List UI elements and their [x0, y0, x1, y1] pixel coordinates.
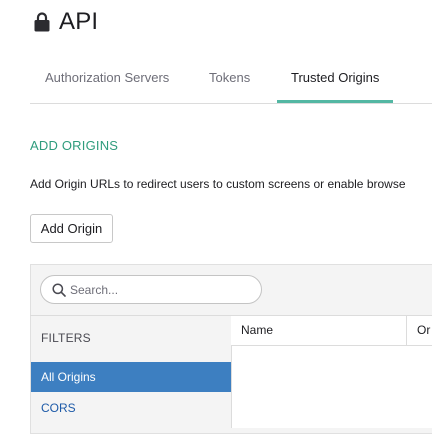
filter-cors[interactable]: CORS	[31, 393, 231, 423]
column-separator	[406, 316, 407, 346]
filter-all-origins[interactable]: All Origins	[31, 362, 231, 392]
tab-tokens[interactable]: Tokens	[209, 70, 250, 85]
tab-trusted-origins[interactable]: Trusted Origins	[291, 70, 379, 85]
column-header-origin[interactable]: Or	[417, 323, 430, 337]
tab-authorization-servers[interactable]: Authorization Servers	[45, 70, 169, 85]
active-tab-indicator	[277, 100, 393, 103]
lock-icon	[34, 12, 50, 32]
search-input[interactable]	[70, 282, 240, 297]
add-origin-button[interactable]: Add Origin	[30, 214, 113, 243]
section-heading: ADD ORIGINS	[30, 138, 119, 153]
filters-label: FILTERS	[41, 331, 91, 345]
section-description: Add Origin URLs to redirect users to cus…	[30, 177, 406, 191]
page-title: API	[59, 8, 99, 35]
search-icon	[52, 282, 66, 297]
tabs-divider	[30, 103, 432, 104]
column-header-name[interactable]: Name	[241, 323, 273, 337]
search-box[interactable]	[40, 275, 262, 304]
